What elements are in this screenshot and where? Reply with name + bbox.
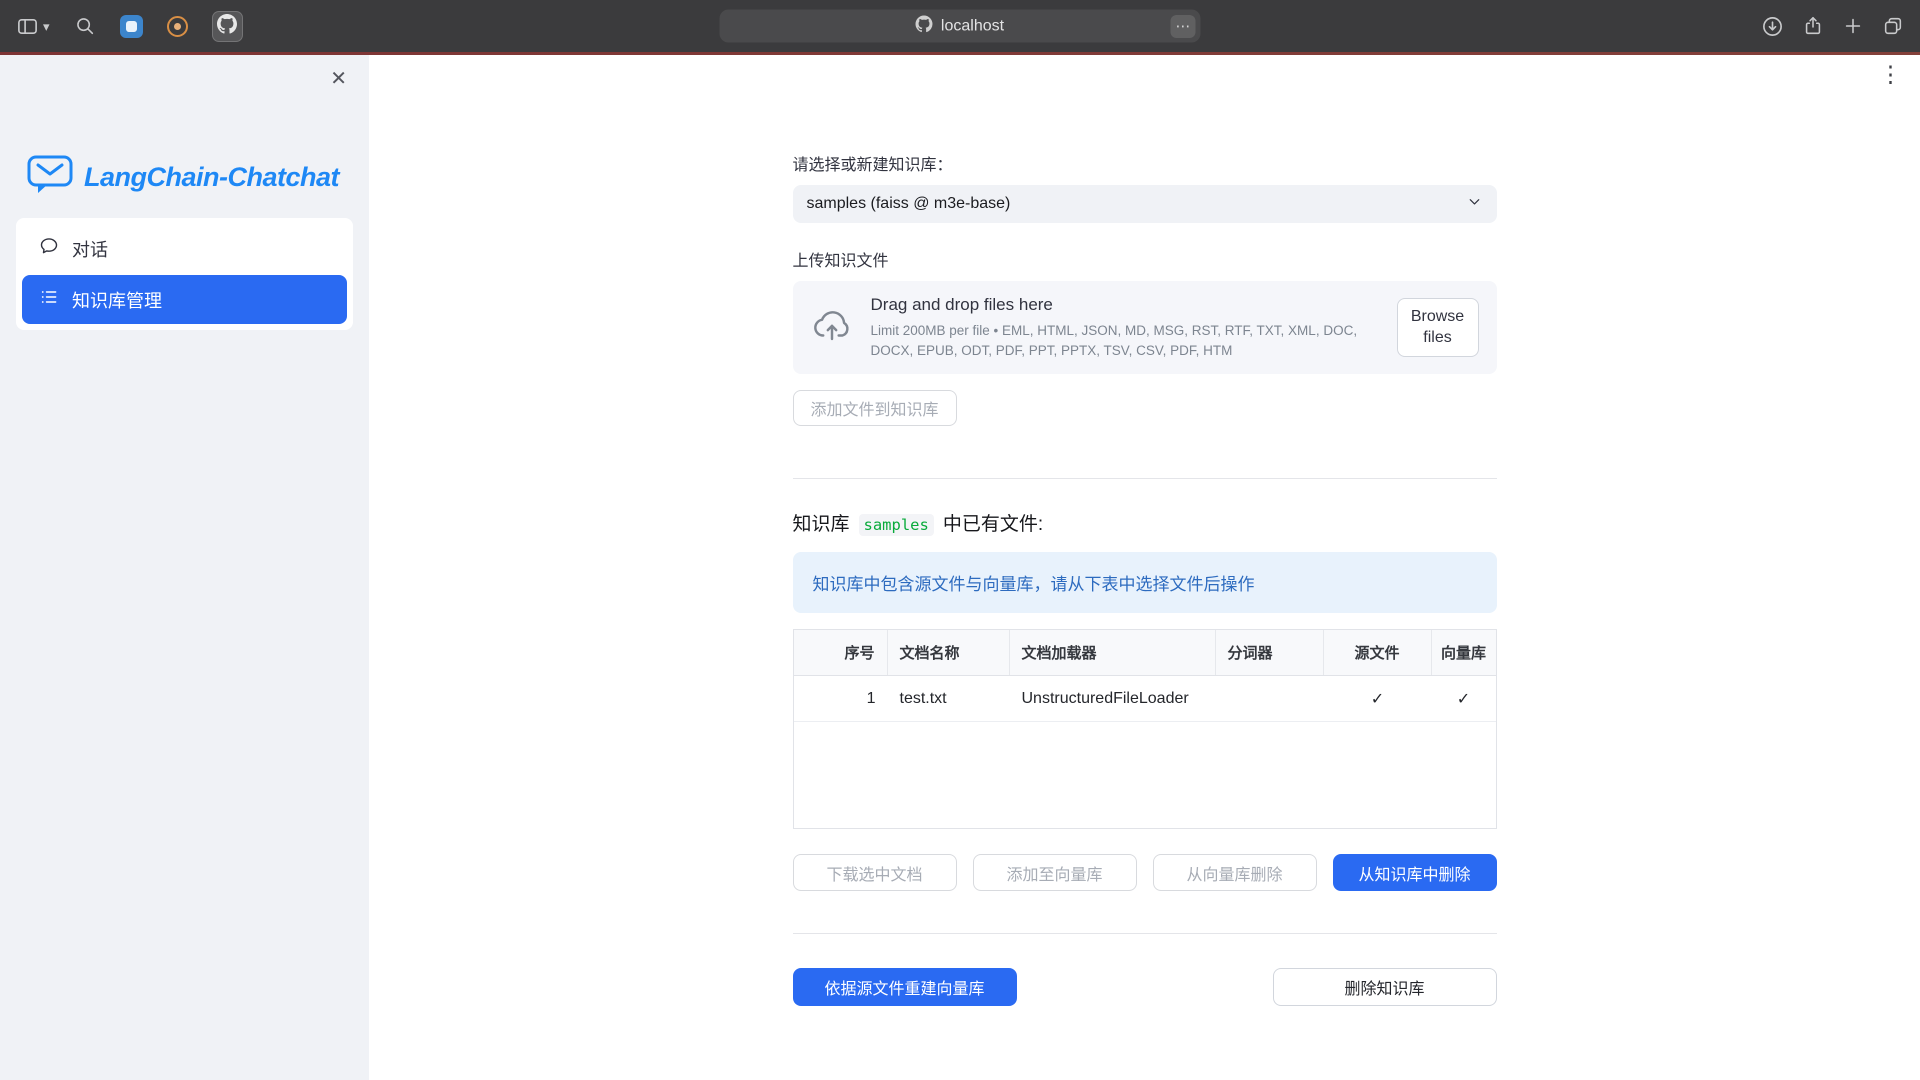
url-text: localhost bbox=[941, 17, 1004, 35]
cell-loader: UnstructuredFileLoader bbox=[1010, 676, 1216, 721]
sidebar-toggle-button[interactable]: ▾ bbox=[16, 15, 50, 38]
chevron-down-icon bbox=[1466, 193, 1483, 215]
cell-vectorstore-check: ✓ bbox=[1432, 676, 1496, 721]
kb-list-icon bbox=[39, 287, 59, 312]
browse-files-button[interactable]: Browse files bbox=[1397, 298, 1479, 358]
header-cell-loader: 文档加载器 bbox=[1010, 630, 1216, 675]
add-files-button[interactable]: 添加文件到知识库 bbox=[793, 390, 957, 426]
table-row[interactable]: 1 test.txt UnstructuredFileLoader ✓ ✓ bbox=[794, 676, 1496, 722]
share-icon[interactable] bbox=[1802, 15, 1824, 37]
kb-heading-suffix: 中已有文件: bbox=[943, 509, 1043, 536]
github-icon bbox=[217, 14, 237, 39]
downloads-icon[interactable] bbox=[1761, 15, 1784, 38]
address-bar[interactable]: localhost ⋯ bbox=[720, 10, 1201, 43]
main-menu-button[interactable]: ⋮ bbox=[1879, 63, 1902, 86]
files-table[interactable]: 序号 文档名称 文档加载器 分词器 源文件 向量库 1 test.txt Uns… bbox=[793, 629, 1497, 829]
table-empty-area bbox=[794, 722, 1496, 828]
close-icon: ✕ bbox=[330, 68, 347, 90]
header-cell-filename: 文档名称 bbox=[888, 630, 1010, 675]
cell-index: 1 bbox=[794, 676, 888, 721]
main-content: ⋮ 请选择或新建知识库： samples (faiss @ m3e-base) … bbox=[369, 55, 1920, 1080]
header-cell-splitter: 分词器 bbox=[1216, 630, 1324, 675]
dropzone-limit-text: Limit 200MB per file • EML, HTML, JSON, … bbox=[871, 321, 1379, 360]
kb-select-label: 请选择或新建知识库： bbox=[793, 151, 1497, 175]
add-to-vector-button[interactable]: 添加至向量库 bbox=[973, 854, 1137, 891]
upload-label: 上传知识文件 bbox=[793, 247, 1497, 271]
sidebar-panel-icon bbox=[16, 15, 39, 38]
rebuild-vector-button[interactable]: 依据源文件重建向量库 bbox=[793, 968, 1017, 1006]
chat-bubble-icon bbox=[39, 236, 59, 261]
chevron-down-icon: ▾ bbox=[43, 20, 50, 33]
tab-overview-icon[interactable] bbox=[1882, 15, 1904, 37]
delete-kb-button[interactable]: 删除知识库 bbox=[1273, 968, 1497, 1006]
header-cell-vectorstore: 向量库 bbox=[1432, 630, 1496, 675]
file-actions-row: 下载选中文档 添加至向量库 从向量库删除 从知识库中删除 bbox=[793, 854, 1497, 891]
github-tab-button[interactable] bbox=[212, 11, 243, 42]
selected-kb-value: samples (faiss @ m3e-base) bbox=[807, 195, 1011, 213]
kb-files-heading: 知识库 samples 中已有文件: bbox=[793, 509, 1497, 536]
sidebar: ✕ LangChain-Chatchat 对话 bbox=[0, 55, 369, 1080]
search-icon[interactable] bbox=[74, 15, 96, 37]
browser-toolbar: ▾ localhost ⋯ bbox=[0, 0, 1920, 52]
app-logo: LangChain-Chatchat bbox=[0, 55, 369, 202]
cloud-upload-icon bbox=[811, 304, 853, 351]
sidebar-close-button[interactable]: ✕ bbox=[330, 69, 347, 89]
file-dropzone[interactable]: Drag and drop files here Limit 200MB per… bbox=[793, 281, 1497, 374]
divider bbox=[793, 933, 1497, 934]
site-favicon bbox=[916, 15, 933, 37]
remove-from-vector-button[interactable]: 从向量库删除 bbox=[1153, 854, 1317, 891]
download-selected-button[interactable]: 下载选中文档 bbox=[793, 854, 957, 891]
sidebar-item-label: 知识库管理 bbox=[72, 287, 162, 313]
cell-filename: test.txt bbox=[888, 676, 1010, 721]
kebab-icon: ⋮ bbox=[1879, 61, 1902, 87]
pinned-app-blue-icon[interactable] bbox=[120, 15, 143, 38]
delete-from-kb-button[interactable]: 从知识库中删除 bbox=[1333, 854, 1497, 891]
divider bbox=[793, 478, 1497, 479]
header-cell-index: 序号 bbox=[794, 630, 888, 675]
logo-text: LangChain-Chatchat bbox=[84, 162, 339, 193]
kb-name-code: samples bbox=[859, 514, 934, 536]
page-options-icon[interactable]: ⋯ bbox=[1171, 15, 1196, 38]
new-tab-icon[interactable] bbox=[1842, 15, 1864, 37]
sidebar-item-chat[interactable]: 对话 bbox=[22, 224, 347, 273]
kb-heading-prefix: 知识库 bbox=[793, 509, 850, 536]
sidebar-item-label: 对话 bbox=[72, 236, 108, 262]
sidebar-nav: 对话 知识库管理 bbox=[16, 218, 353, 330]
cell-sourcefile-check: ✓ bbox=[1324, 676, 1432, 721]
sidebar-item-kb-management[interactable]: 知识库管理 bbox=[22, 275, 347, 324]
info-banner: 知识库中包含源文件与向量库，请从下表中选择文件后操作 bbox=[793, 552, 1497, 613]
pinned-app-orange-icon[interactable] bbox=[167, 16, 188, 37]
cell-splitter bbox=[1216, 676, 1324, 721]
kb-selectbox[interactable]: samples (faiss @ m3e-base) bbox=[793, 185, 1497, 223]
kb-actions-row: 依据源文件重建向量库 删除知识库 bbox=[793, 968, 1497, 1080]
header-cell-sourcefile: 源文件 bbox=[1324, 630, 1432, 675]
logo-chat-icon bbox=[26, 153, 74, 202]
dropzone-title: Drag and drop files here bbox=[871, 295, 1379, 315]
table-header: 序号 文档名称 文档加载器 分词器 源文件 向量库 bbox=[794, 630, 1496, 676]
